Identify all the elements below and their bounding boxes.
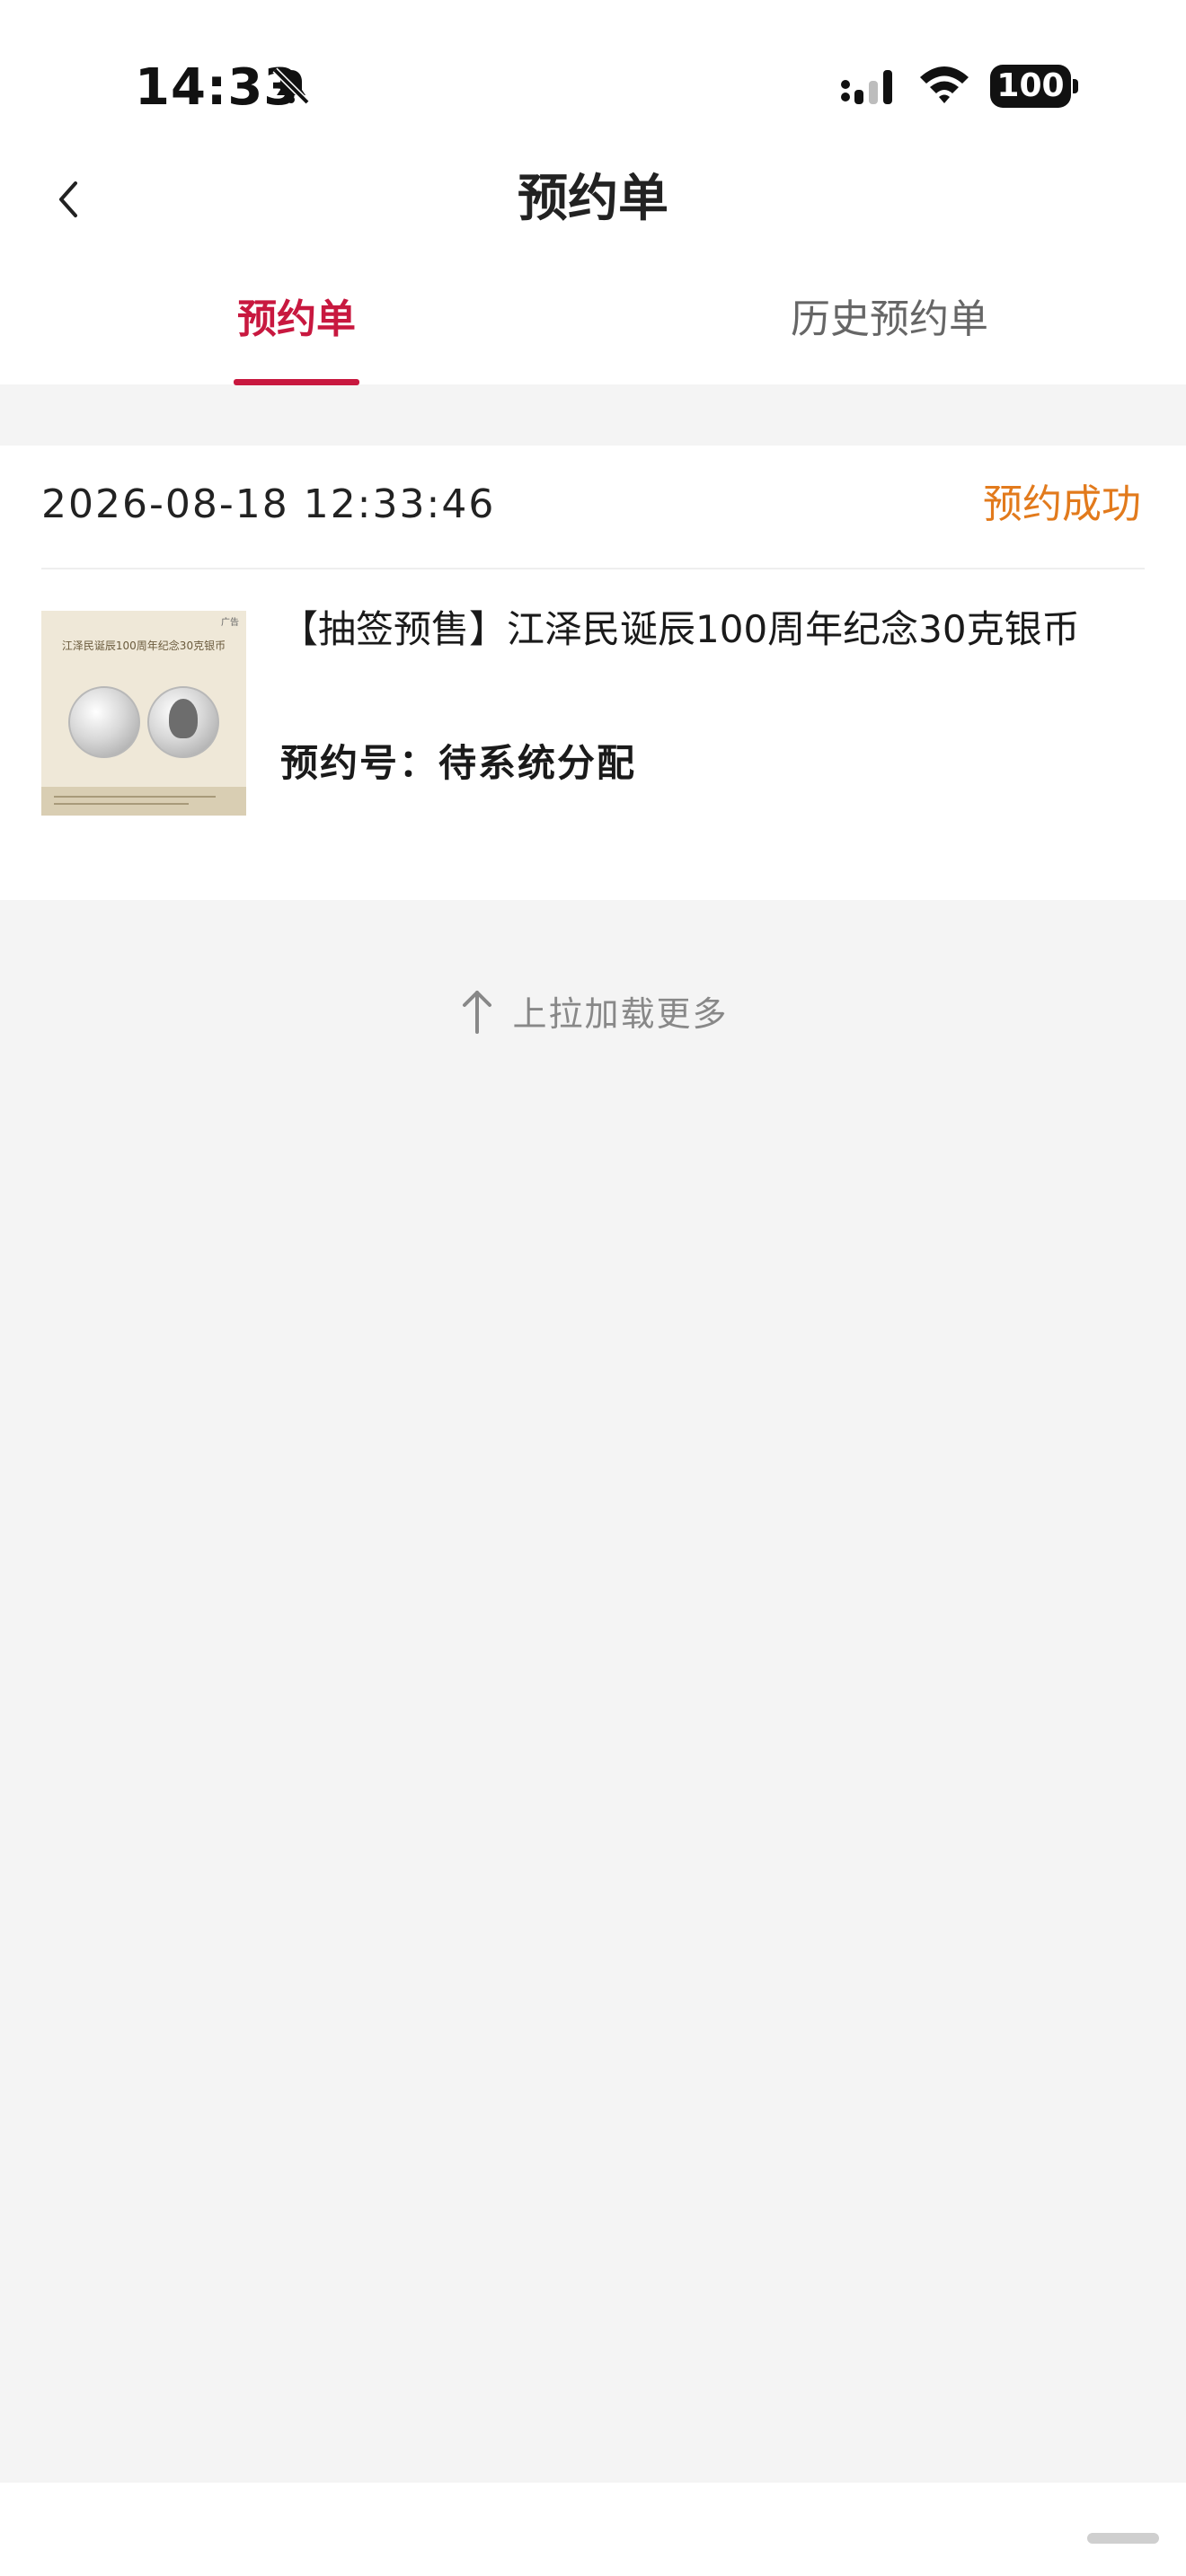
bell-slash-icon bbox=[272, 67, 310, 105]
tab-bar: 预约单 历史预约单 bbox=[0, 255, 1186, 385]
thumbnail-caption: 江泽民诞辰100周年纪念30克银币 bbox=[61, 640, 226, 652]
reservation-datetime: 2026-08-18 12:33:46 bbox=[41, 481, 496, 527]
product-title[interactable]: 【抽签预售】江泽民诞辰100周年纪念30克银币 bbox=[280, 604, 1089, 656]
status-bar: 14:33 100 bbox=[0, 0, 1186, 144]
bottom-bar bbox=[0, 2483, 1186, 2576]
battery-level: 100 bbox=[990, 65, 1071, 108]
reservation-number-label: 预约号： bbox=[280, 741, 439, 785]
thumbnail-footer-line bbox=[54, 803, 189, 805]
wifi-icon bbox=[920, 66, 969, 103]
signal-icon bbox=[841, 70, 892, 104]
thumbnail-footer-line bbox=[54, 796, 216, 798]
load-more-text: 上拉加载更多 bbox=[512, 994, 729, 1034]
battery-icon: 100 bbox=[990, 65, 1078, 108]
load-more-hint: 上拉加载更多 bbox=[0, 952, 1186, 1069]
coin-reverse-image bbox=[147, 686, 219, 758]
thumbnail-ad-label: 广告 bbox=[221, 618, 239, 628]
tab-active-indicator bbox=[234, 379, 359, 385]
page-title: 预约单 bbox=[518, 170, 668, 228]
tab-reservations[interactable]: 预约单 bbox=[180, 255, 413, 384]
battery-tip bbox=[1073, 79, 1078, 93]
chevron-left-icon[interactable] bbox=[43, 163, 115, 235]
tab-history-reservations[interactable]: 历史预约单 bbox=[755, 255, 1024, 384]
reservation-number-row: 预约号：待系统分配 bbox=[280, 737, 636, 790]
coin-obverse-image bbox=[68, 686, 140, 758]
reservation-card[interactable]: 2026-08-18 12:33:46 预约成功 广告 江泽民诞辰100周年纪念… bbox=[0, 446, 1186, 900]
thumbnail-footer bbox=[41, 787, 246, 816]
product-thumbnail[interactable]: 广告 江泽民诞辰100周年纪念30克银币 bbox=[41, 611, 246, 816]
home-indicator bbox=[1087, 2533, 1159, 2544]
nav-bar: 预约单 bbox=[0, 144, 1186, 255]
status-badge: 预约成功 bbox=[983, 481, 1141, 527]
divider bbox=[41, 568, 1145, 569]
arrow-up-icon bbox=[463, 990, 492, 1034]
coin-portrait bbox=[169, 699, 198, 738]
reservation-number-value: 待系统分配 bbox=[438, 741, 637, 785]
